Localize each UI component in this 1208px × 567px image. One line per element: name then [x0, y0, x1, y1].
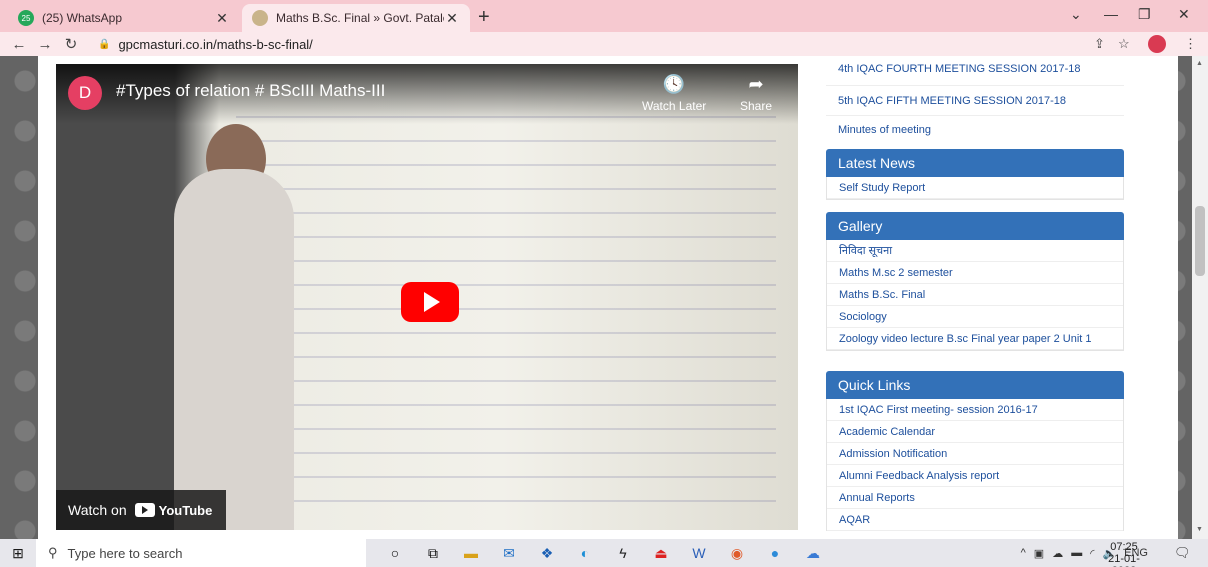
quick-link[interactable]: Annual Reports [827, 487, 1123, 509]
gallery-item[interactable]: Maths M.sc 2 semester [827, 262, 1123, 284]
profile-avatar[interactable] [1148, 35, 1166, 53]
share-arrow-icon: ➦ [748, 74, 764, 94]
page-scrollbar[interactable]: ▲ ▼ [1192, 56, 1208, 539]
tab-maths-bsc[interactable]: Maths B.Sc. Final » Govt. Patalesh ✕ [242, 4, 470, 32]
minimize-button[interactable]: — [1104, 6, 1118, 22]
clock-date: 21-01-2022 [1108, 553, 1140, 567]
close-icon[interactable]: ✕ [444, 10, 460, 27]
url-text: gpcmasturi.co.in/maths-b-sc-final/ [118, 36, 313, 52]
restore-button[interactable]: ❐ [1138, 6, 1151, 23]
search-placeholder: Type here to search [67, 545, 183, 561]
latest-news-heading: Latest News [826, 149, 1124, 177]
clock-icon: 🕓 [662, 74, 686, 94]
dropbox-icon[interactable]: ❖ [528, 539, 566, 567]
tray-chevron-icon[interactable]: ^ [1021, 547, 1026, 559]
quick-links-heading: Quick Links [826, 371, 1124, 399]
file-explorer-icon[interactable]: ▬ [452, 539, 490, 567]
college-logo-icon [252, 10, 268, 26]
tab-whatsapp[interactable]: 25 (25) WhatsApp ✕ [8, 4, 240, 32]
notification-icon[interactable]: 🗨 [1174, 545, 1191, 561]
latest-news-block: Latest News Self Study Report [826, 149, 1124, 200]
windows-start-icon[interactable]: ⊞ [0, 545, 36, 562]
sidebar-link[interactable]: Minutes of meeting [826, 116, 1124, 144]
clock-time: 07:25 [1110, 541, 1138, 553]
youtube-wordmark: YouTube [158, 502, 213, 518]
quick-link[interactable]: Admission Notification [827, 443, 1123, 465]
page-background: D #Types of relation # BScIII Maths-III … [0, 56, 1208, 539]
close-window-button[interactable]: ✕ [1178, 6, 1190, 23]
menu-kebab-icon[interactable]: ⋮ [1184, 36, 1197, 52]
youtube-play-icon [134, 503, 155, 517]
video-player[interactable]: D #Types of relation # BScIII Maths-III … [56, 64, 798, 530]
gallery-block: Gallery निविदा सूचना Maths M.sc 2 semest… [826, 212, 1124, 351]
quick-links-block: Quick Links 1st IQAC First meeting- sess… [826, 371, 1124, 531]
quick-link[interactable]: Academic Calendar [827, 421, 1123, 443]
lock-icon: 🔒 [98, 38, 111, 50]
whatsapp-icon: 25 [18, 10, 34, 26]
whiteboard-notes [236, 94, 776, 524]
youtube-logo: YouTube [134, 502, 213, 518]
bookmark-star-icon[interactable]: ☆ [1118, 36, 1130, 52]
app-bolt-icon[interactable]: ϟ [604, 539, 642, 567]
scrollbar-thumb[interactable] [1195, 206, 1205, 276]
cortana-icon[interactable]: ○ [376, 539, 414, 567]
wifi-icon[interactable]: ◜ [1090, 547, 1094, 560]
watch-on-youtube-button[interactable]: Watch on YouTube [56, 490, 226, 530]
scroll-down-icon[interactable]: ▼ [1196, 526, 1203, 533]
browser-toolbar: ← → ↻ 🔒 gpcmasturi.co.in/maths-b-sc-fina… [0, 32, 1208, 56]
scroll-up-icon[interactable]: ▲ [1196, 60, 1203, 67]
play-button[interactable] [401, 282, 459, 322]
task-view-icon[interactable]: ⧉ [414, 539, 452, 567]
gallery-item[interactable]: निविदा सूचना [827, 240, 1123, 262]
cloud-icon[interactable]: ☁ [1052, 547, 1063, 560]
sidebar-link[interactable]: 4th IQAC FOURTH MEETING SESSION 2017-18 [826, 60, 1124, 86]
tab-strip: 25 (25) WhatsApp ✕ Maths B.Sc. Final » G… [0, 0, 1208, 32]
word-icon[interactable]: W [680, 539, 718, 567]
video-title[interactable]: #Types of relation # BScIII Maths-III [116, 81, 385, 101]
edge-icon[interactable]: ◐ [566, 539, 604, 567]
gallery-item[interactable]: Sociology [827, 306, 1123, 328]
onedrive-icon[interactable]: ☁ [794, 539, 832, 567]
back-button[interactable]: ← [6, 36, 32, 53]
watch-on-label: Watch on [68, 502, 127, 518]
tab-title: Maths B.Sc. Final » Govt. Patalesh [276, 11, 444, 25]
play-icon [424, 292, 440, 312]
share-button[interactable]: ➦ Share [740, 74, 772, 113]
search-icon: ⚲ [48, 545, 58, 560]
quick-link[interactable]: 1st IQAC First meeting- session 2016-17 [827, 399, 1123, 421]
windows-taskbar: ⊞ ⚲ Type here to search ○ ⧉ ▬ ✉ ❖ ◐ ϟ ⏏ … [0, 539, 1208, 567]
new-tab-button[interactable]: + [478, 6, 490, 29]
channel-avatar[interactable]: D [68, 76, 102, 110]
address-bar[interactable]: 🔒 gpcmasturi.co.in/maths-b-sc-final/ [98, 34, 1148, 54]
clock[interactable]: 07:25 21-01-2022 [1098, 541, 1150, 567]
tray-app-icon[interactable]: ▣ [1034, 547, 1044, 560]
taskbar-search-box[interactable]: ⚲ Type here to search [36, 539, 366, 567]
sidebar-link[interactable]: 5th IQAC FIFTH MEETING SESSION 2017-18 [826, 88, 1124, 116]
acrobat-icon[interactable]: ⏏ [642, 539, 680, 567]
share-label: Share [740, 99, 773, 113]
quick-link[interactable]: AQAR [827, 509, 1123, 531]
tab-title: (25) WhatsApp [42, 11, 123, 25]
help-icon[interactable]: ● [756, 539, 794, 567]
mail-icon[interactable]: ✉ [490, 539, 528, 567]
news-item[interactable]: Self Study Report [827, 177, 1123, 199]
watch-later-label: Watch Later [642, 99, 707, 113]
close-icon[interactable]: ✕ [214, 10, 230, 27]
tab-search-icon[interactable]: ⌄ [1070, 6, 1082, 23]
chrome-icon[interactable]: ◉ [718, 539, 756, 567]
watch-later-button[interactable]: 🕓 Watch Later [642, 74, 706, 113]
page-content: D #Types of relation # BScIII Maths-III … [38, 56, 1178, 539]
forward-button[interactable]: → [32, 36, 58, 53]
lecturer-figure [174, 169, 294, 530]
reload-button[interactable]: ↻ [58, 35, 84, 53]
gallery-item[interactable]: Zoology video lecture B.sc Final year pa… [827, 328, 1123, 350]
gallery-item[interactable]: Maths B.Sc. Final [827, 284, 1123, 306]
battery-icon[interactable]: ▬ [1071, 547, 1082, 559]
gallery-heading: Gallery [826, 212, 1124, 240]
share-icon[interactable]: ⇪ [1094, 36, 1105, 52]
quick-link[interactable]: Alumni Feedback Analysis report [827, 465, 1123, 487]
